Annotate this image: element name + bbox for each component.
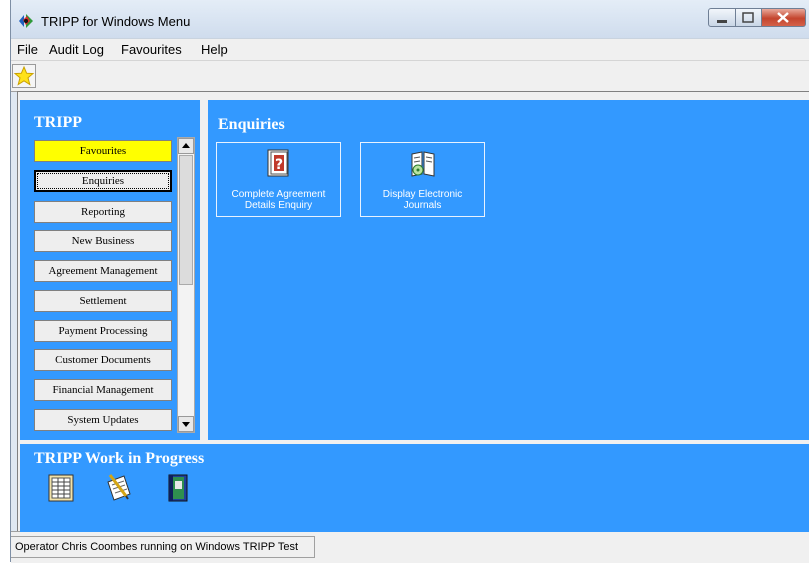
tile-label-line1: Complete Agreement [231, 189, 326, 200]
title-bar[interactable]: TRIPP for Windows Menu [11, 0, 809, 38]
nav-panel-title: TRIPP [34, 114, 82, 131]
close-icon [777, 12, 789, 23]
agreement-enquiry-icon: ? [267, 149, 288, 177]
maximize-icon [742, 12, 754, 23]
tile-label-line2: Journals [403, 200, 442, 211]
scroll-up-arrow-icon [182, 143, 190, 148]
nav-scrollbar[interactable] [177, 137, 195, 433]
tile-label: Complete Agreement Details Enquiry [219, 189, 338, 211]
electronic-journals-icon [411, 151, 434, 177]
scroll-up-button[interactable] [178, 138, 194, 154]
window-title: TRIPP for Windows Menu [41, 14, 191, 29]
nav-enquiries[interactable]: Enquiries [34, 170, 172, 192]
status-text: Operator Chris Coombes running on Window… [11, 536, 315, 558]
nav-customer-documents[interactable]: Customer Documents [34, 349, 172, 371]
complete-agreement-details-enquiry-tile[interactable]: ? Complete Agreement Details Enquiry [216, 142, 341, 217]
nav-financial-management[interactable]: Financial Management [34, 379, 172, 401]
toolbar [11, 60, 809, 92]
tile-label: Display Electronic Journals [363, 189, 482, 211]
scroll-down-button[interactable] [178, 416, 194, 432]
maximize-button[interactable] [736, 8, 762, 27]
nav-system-updates[interactable]: System Updates [34, 409, 172, 431]
menu-audit-log[interactable]: Audit Log [49, 42, 104, 57]
nav-agreement-management[interactable]: Agreement Management [34, 260, 172, 282]
close-button[interactable] [762, 8, 806, 27]
nav-payment-processing[interactable]: Payment Processing [34, 320, 172, 342]
document-edit-icon[interactable] [104, 472, 134, 504]
scroll-down-arrow-icon [182, 422, 190, 427]
display-electronic-journals-tile[interactable]: Display Electronic Journals [360, 142, 485, 217]
tile-label-line2: Details Enquiry [244, 200, 313, 211]
star-icon [13, 65, 35, 86]
tripp-app-icon [19, 14, 33, 28]
menu-help[interactable]: Help [201, 42, 228, 57]
nav-new-business[interactable]: New Business [34, 230, 172, 252]
minimize-icon [717, 20, 727, 23]
ledger-icon[interactable] [46, 472, 76, 504]
menu-favourites[interactable]: Favourites [121, 42, 182, 57]
minimize-button[interactable] [708, 8, 736, 27]
svg-text:?: ? [274, 157, 282, 173]
status-bar: Operator Chris Coombes running on Window… [11, 531, 809, 563]
menu-bar: File Audit Log Favourites Help [11, 38, 809, 61]
enquiries-panel-title: Enquiries [218, 116, 285, 133]
wip-panel-title: TRIPP Work in Progress [34, 450, 205, 467]
menu-file[interactable]: File [17, 42, 38, 57]
binder-icon[interactable] [163, 472, 193, 504]
nav-reporting[interactable]: Reporting [34, 201, 172, 223]
scroll-thumb[interactable] [179, 155, 193, 285]
nav-settlement[interactable]: Settlement [34, 290, 172, 312]
nav-favourites[interactable]: Favourites [34, 140, 172, 162]
favourites-toolbar-button[interactable] [12, 64, 36, 88]
tile-label-line1: Display Electronic [382, 189, 463, 200]
